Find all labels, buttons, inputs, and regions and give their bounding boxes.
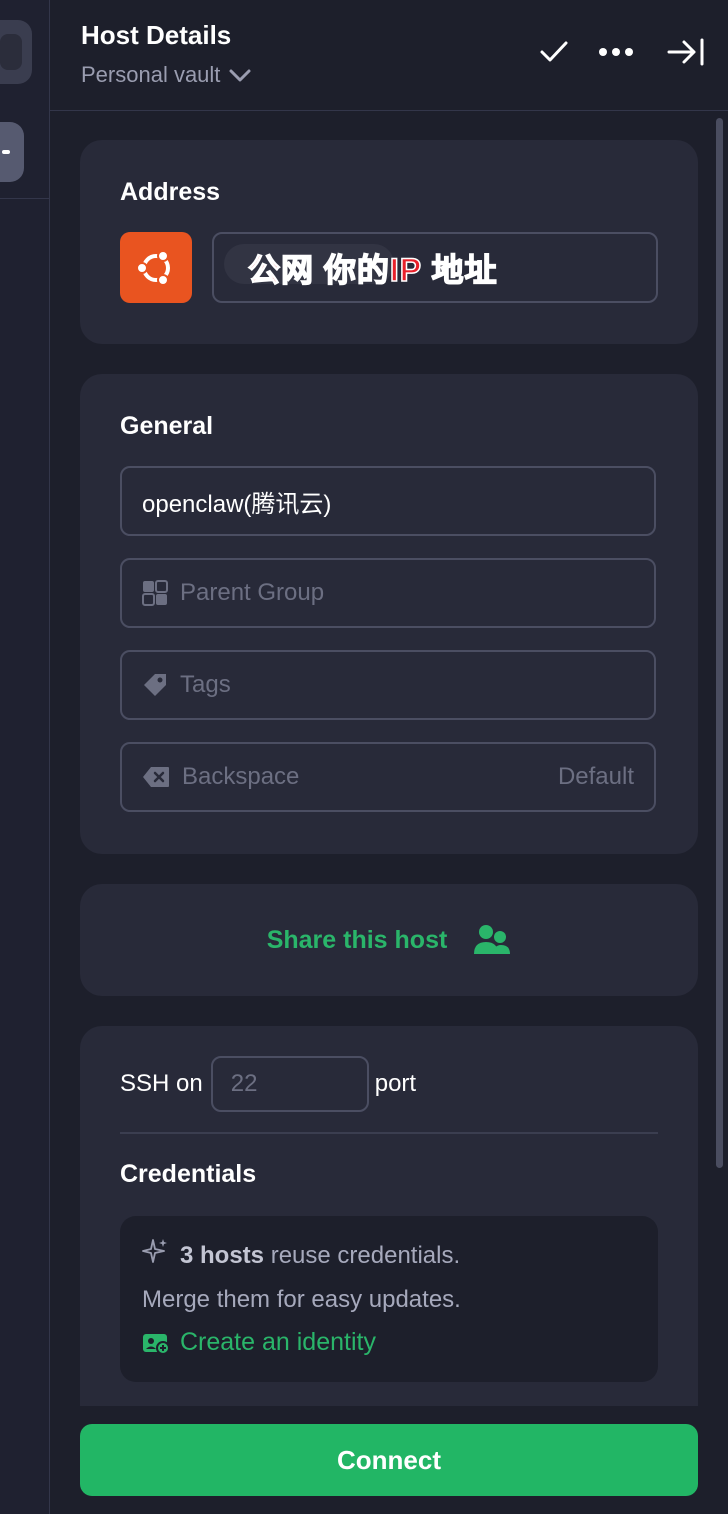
ssh-port-input[interactable]: 22 bbox=[210, 1056, 369, 1112]
connect-button[interactable]: Connect bbox=[80, 1424, 698, 1496]
label-value: openclaw(腾讯云) bbox=[142, 490, 332, 518]
share-host-button[interactable]: Share this host bbox=[80, 884, 698, 996]
scrollbar[interactable] bbox=[716, 118, 723, 1168]
checkmark-icon[interactable] bbox=[532, 30, 576, 74]
panel-header: Host Details Personal vault bbox=[50, 0, 728, 111]
ssh-prefix-label: SSH on bbox=[120, 1070, 203, 1097]
info-rest-text: reuse credentials. bbox=[264, 1242, 461, 1269]
address-value: 公网 你的IP 地址 bbox=[247, 251, 498, 289]
address-input[interactable]: 公网 你的IP 地址 bbox=[212, 232, 658, 303]
info-line-2: Merge them for easy updates. bbox=[142, 1286, 461, 1313]
host-details-panel: Host Details Personal vault Address 公网 你… bbox=[50, 0, 728, 1514]
sparkle-icon bbox=[142, 1239, 167, 1263]
id-card-icon bbox=[143, 1333, 170, 1355]
ubuntu-icon[interactable] bbox=[120, 232, 192, 303]
vault-label: Personal vault bbox=[81, 62, 221, 87]
general-card: General openclaw(腾讯云) Parent Group Tags … bbox=[80, 374, 698, 854]
address-section-title: Address bbox=[120, 178, 221, 206]
info-hosts-count: 3 hosts bbox=[180, 1242, 265, 1269]
address-card: Address 公网 你的IP 地址 bbox=[80, 140, 698, 344]
backspace-value: Default bbox=[557, 763, 634, 790]
tags-field[interactable]: Tags bbox=[120, 650, 656, 720]
ssh-port-row: SSH on 22 port bbox=[120, 1056, 416, 1112]
backspace-field[interactable]: Backspace Default bbox=[120, 742, 656, 812]
sidebar-button-second[interactable] bbox=[0, 122, 24, 182]
credentials-section-title: Credentials bbox=[120, 1160, 257, 1188]
tag-icon bbox=[142, 672, 168, 698]
tags-placeholder: Tags bbox=[180, 671, 231, 698]
info-line-1: 3 hosts reuse credentials. bbox=[180, 1242, 460, 1270]
label-input[interactable]: openclaw(腾讯云) bbox=[120, 466, 656, 536]
parent-group-field[interactable]: Parent Group bbox=[120, 558, 656, 628]
group-icon bbox=[142, 580, 168, 606]
vault-selector[interactable]: Personal vault bbox=[81, 62, 252, 88]
sidebar-button-top[interactable] bbox=[0, 20, 32, 84]
share-host-label: Share this host bbox=[266, 925, 448, 954]
create-identity-label: Create an identity bbox=[180, 1328, 376, 1356]
collapse-panel-icon[interactable] bbox=[664, 30, 708, 74]
ssh-port-placeholder: 22 bbox=[230, 1070, 258, 1097]
backspace-label: Backspace bbox=[182, 763, 300, 790]
more-dots-icon[interactable] bbox=[594, 30, 638, 74]
general-section-title: General bbox=[120, 412, 214, 440]
create-identity-link[interactable]: Create an identity bbox=[142, 1328, 376, 1357]
ssh-suffix-label: port bbox=[374, 1070, 417, 1097]
ssh-card: SSH on 22 port Credentials 3 hosts reuse… bbox=[80, 1026, 698, 1406]
backspace-icon bbox=[142, 766, 170, 788]
panel-title: Host Details bbox=[81, 20, 232, 50]
users-icon bbox=[474, 925, 511, 954]
chevron-down-icon bbox=[229, 69, 251, 82]
credentials-info-box: 3 hosts reuse credentials. Merge them fo… bbox=[120, 1216, 658, 1382]
left-sidebar-strip bbox=[0, 0, 50, 1514]
parent-group-placeholder: Parent Group bbox=[180, 579, 325, 606]
divider bbox=[120, 1132, 658, 1134]
